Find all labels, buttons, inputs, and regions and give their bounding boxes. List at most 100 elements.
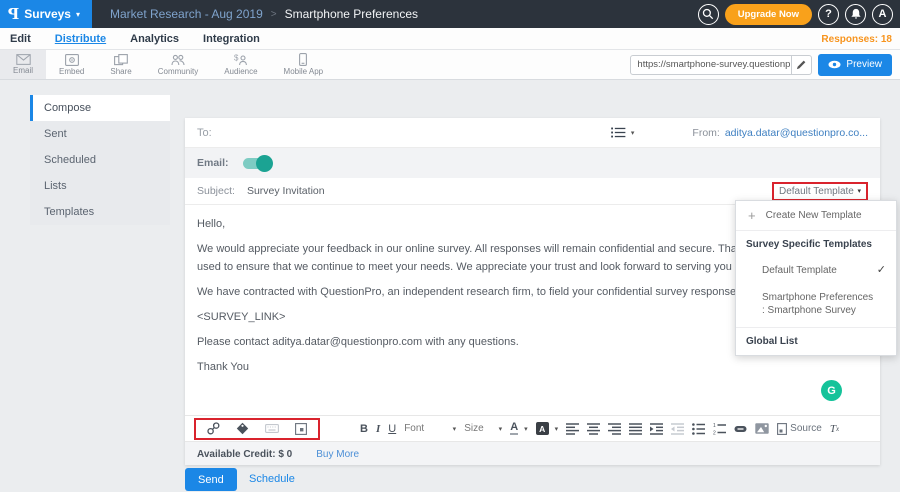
- source-label: Source: [790, 423, 822, 434]
- bold-button[interactable]: B: [360, 423, 368, 435]
- schedule-link[interactable]: Schedule: [249, 473, 295, 485]
- sidebar-item-templates[interactable]: Templates: [30, 199, 170, 225]
- grammarly-button[interactable]: G: [821, 380, 842, 401]
- svg-text:$: $: [234, 54, 239, 63]
- align-center-button[interactable]: [587, 423, 600, 435]
- to-field[interactable]: To:: [197, 127, 212, 139]
- tab-analytics[interactable]: Analytics: [130, 33, 179, 45]
- sidebar-item-label: Sent: [44, 128, 67, 140]
- search-button[interactable]: [698, 4, 719, 25]
- align-center-icon: [587, 423, 600, 435]
- underline-button[interactable]: U: [388, 423, 396, 435]
- tag-icon: [236, 422, 249, 435]
- responses-count[interactable]: Responses: 18: [821, 28, 892, 50]
- sidebar-item-sent[interactable]: Sent: [30, 121, 170, 147]
- remove-format-button[interactable]: Tx: [830, 423, 839, 435]
- survey-url-value[interactable]: https://smartphone-survey.questionpro: [631, 56, 791, 74]
- buy-more-link[interactable]: Buy More: [316, 449, 359, 460]
- tab-edit[interactable]: Edit: [10, 33, 31, 45]
- menu-item-global-list[interactable]: Global List: [736, 328, 896, 355]
- channel-label: Embed: [59, 67, 84, 76]
- menu-section-title: Survey Specific Templates: [736, 231, 896, 257]
- notifications-button[interactable]: [845, 4, 866, 25]
- send-button[interactable]: Send: [185, 468, 237, 491]
- channel-label: Mobile App: [284, 67, 324, 76]
- insert-link-button[interactable]: [207, 422, 220, 435]
- sidebar-item-lists[interactable]: Lists: [30, 173, 170, 199]
- bell-icon: [850, 8, 862, 20]
- insert-tag-button[interactable]: [236, 422, 249, 435]
- distribute-channel-bar: Email Embed Share Community $ Audience M…: [0, 50, 900, 80]
- breadcrumb-separator-icon: >: [271, 9, 277, 20]
- upgrade-now-button[interactable]: Upgrade Now: [725, 4, 812, 25]
- bullet-list-button[interactable]: [692, 423, 705, 435]
- sidebar-item-label: Lists: [44, 180, 67, 192]
- available-credit-label: Available Credit: $ 0: [197, 449, 292, 460]
- sidebar-item-compose[interactable]: Compose: [30, 95, 170, 121]
- edit-url-button[interactable]: [791, 56, 811, 74]
- annotation-box-insert-icons: [194, 418, 320, 440]
- align-right-button[interactable]: [608, 423, 621, 435]
- svg-text:1: 1: [713, 423, 716, 429]
- text-color-button[interactable]: A ▾: [510, 422, 527, 435]
- sidebar-item-label: Scheduled: [44, 154, 96, 166]
- preview-label: Preview: [846, 59, 882, 70]
- template-select[interactable]: Default Template ▾: [772, 182, 868, 201]
- help-button[interactable]: ?: [818, 4, 839, 25]
- indent-decrease-button[interactable]: [671, 423, 684, 435]
- subject-value[interactable]: Survey Invitation: [247, 185, 325, 197]
- channel-email[interactable]: Email: [0, 50, 46, 79]
- contact-list-icon[interactable]: [611, 127, 626, 138]
- check-icon: ✓: [877, 264, 886, 277]
- body-closing: Thank You: [197, 358, 868, 376]
- align-justify-button[interactable]: [629, 423, 642, 435]
- indent-increase-button[interactable]: [650, 423, 663, 435]
- tab-integration[interactable]: Integration: [203, 33, 260, 45]
- indent-decrease-icon: [671, 423, 684, 435]
- text-color-caret-icon: ▾: [524, 425, 528, 433]
- insert-image-button[interactable]: [755, 423, 769, 434]
- menu-item-create-new-template[interactable]: + Create New Template: [736, 201, 896, 230]
- tab-distribute[interactable]: Distribute: [55, 33, 106, 45]
- contact-list-caret-icon[interactable]: ▾: [631, 129, 635, 137]
- email-toggle-switch[interactable]: [243, 158, 271, 169]
- menu-item-default-template[interactable]: Default Template ✓: [736, 257, 896, 284]
- sidebar-item-scheduled[interactable]: Scheduled: [30, 147, 170, 173]
- channel-community[interactable]: Community: [145, 50, 211, 79]
- survey-url-field[interactable]: https://smartphone-survey.questionpro: [630, 55, 812, 75]
- keyboard-icon: [265, 423, 279, 434]
- align-left-button[interactable]: [566, 423, 579, 435]
- share-icon: [114, 54, 128, 66]
- channel-audience[interactable]: $ Audience: [211, 50, 270, 79]
- menu-item-smartphone-template[interactable]: Smartphone Preferences: Smartphone Surve…: [736, 284, 896, 327]
- channel-mobile-app[interactable]: Mobile App: [271, 50, 337, 79]
- avatar[interactable]: A: [872, 4, 893, 25]
- hyperlink-button[interactable]: [734, 425, 747, 433]
- from-label: From:: [692, 127, 719, 139]
- community-icon: [171, 54, 185, 66]
- channel-embed[interactable]: Embed: [46, 50, 97, 79]
- source-button[interactable]: Source: [777, 423, 822, 435]
- window-icon: [295, 423, 307, 435]
- from-email-link[interactable]: aditya.datar@questionpro.co...: [725, 127, 868, 139]
- font-select-label: Font: [404, 423, 424, 434]
- channel-share[interactable]: Share: [97, 50, 144, 79]
- insert-keyboard-button[interactable]: [265, 423, 279, 434]
- product-switcher[interactable]: P Surveys ▾: [0, 0, 92, 28]
- search-icon: [702, 8, 714, 20]
- question-mark-icon: ?: [825, 8, 832, 20]
- background-color-button[interactable]: A ▾: [536, 422, 559, 435]
- numbered-list-button[interactable]: 12: [713, 423, 726, 435]
- toggle-knob: [256, 155, 273, 172]
- pencil-icon: [796, 59, 807, 70]
- size-select[interactable]: Size ▾: [464, 423, 502, 434]
- font-select[interactable]: Font ▾: [404, 423, 456, 434]
- breadcrumb-parent[interactable]: Market Research - Aug 2019: [110, 7, 263, 21]
- image-icon: [755, 423, 769, 434]
- italic-button[interactable]: I: [376, 423, 380, 435]
- eye-icon: [828, 60, 841, 69]
- chevron-down-icon: ▾: [76, 10, 80, 19]
- preview-button[interactable]: Preview: [818, 54, 892, 76]
- insert-embed-window-button[interactable]: [295, 423, 307, 435]
- text-color-letter: A: [510, 422, 518, 435]
